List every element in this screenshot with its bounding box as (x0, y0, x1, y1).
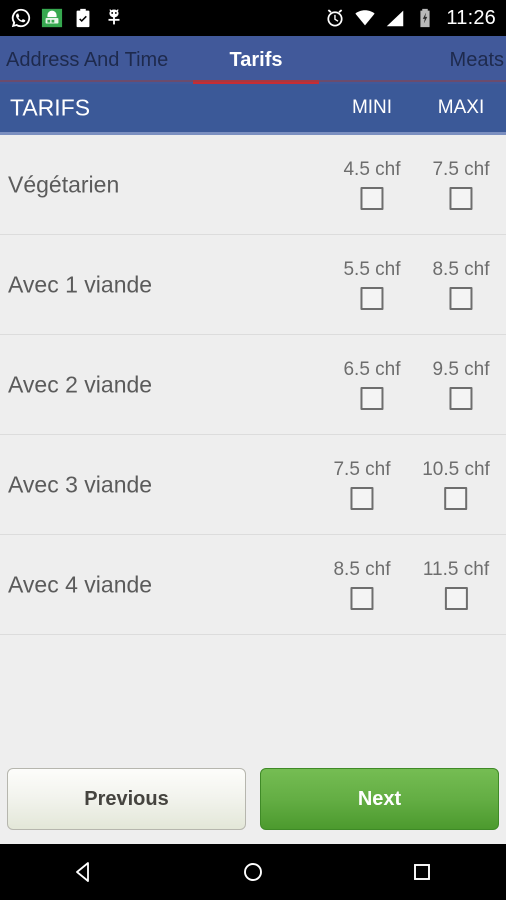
row-label: Avec 2 viande (8, 371, 153, 397)
price-mini: 4.5 chf (343, 159, 401, 180)
back-icon (76, 862, 90, 882)
tab-meats[interactable]: Meats (319, 36, 506, 84)
home-icon (244, 863, 262, 881)
column-header-mini: MINI (351, 97, 393, 118)
row-cell-mini: 5.5 chf (343, 235, 401, 334)
nav-back-button[interactable] (54, 844, 114, 900)
status-left-icons (10, 7, 125, 29)
clipboard-check-icon (76, 8, 90, 28)
wizard-button-bar: Previous Next (0, 756, 506, 844)
recents-icon (413, 864, 430, 880)
cell-signal-icon (387, 10, 404, 27)
whatsapp-icon (11, 8, 31, 28)
android-nav-bar (0, 844, 506, 900)
row-cell-mini: 6.5 chf (343, 335, 401, 434)
price-maxi: 11.5 chf (422, 559, 490, 580)
row-label: Végétarien (8, 171, 120, 197)
tarifs-list: Végétarien 4.5 chf 7.5 chf Avec 1 viande… (0, 135, 506, 635)
status-clock: 11:26 (446, 6, 496, 29)
checkbox-maxi[interactable] (449, 187, 473, 210)
next-button[interactable]: Next (260, 768, 499, 830)
price-mini: 7.5 chf (333, 459, 391, 480)
row-cell-mini: 7.5 chf (333, 435, 391, 534)
tab-bar: Address And Time Tarifs Meats (0, 36, 506, 84)
tab-bar-divider (0, 80, 506, 82)
price-mini: 5.5 chf (343, 259, 401, 280)
checkbox-maxi[interactable] (449, 387, 473, 410)
price-maxi: 7.5 chf (432, 159, 490, 180)
row-label: Avec 3 viande (8, 471, 153, 497)
previous-button-label: Previous (84, 787, 169, 810)
row-label: Avec 1 viande (8, 271, 153, 297)
price-mini: 6.5 chf (343, 359, 401, 380)
checkbox-mini[interactable] (350, 487, 374, 510)
section-title: TARIFS (10, 94, 91, 121)
alarm-icon (327, 9, 343, 27)
previous-button[interactable]: Previous (7, 768, 246, 830)
checkbox-mini[interactable] (360, 387, 384, 410)
table-row[interactable]: Avec 1 viande 5.5 chf 8.5 chf (0, 235, 506, 335)
checkbox-maxi[interactable] (444, 587, 468, 610)
nav-home-button[interactable] (223, 844, 283, 900)
row-cell-maxi: 9.5 chf (432, 335, 490, 434)
next-button-label: Next (357, 787, 402, 810)
row-cell-maxi: 8.5 chf (432, 235, 490, 334)
row-cell-maxi: 10.5 chf (422, 435, 490, 534)
green-app-icon (41, 8, 63, 28)
row-cell-maxi: 11.5 chf (423, 535, 489, 634)
battery-charging-icon (420, 8, 431, 28)
tab-label: Meats (449, 48, 504, 71)
price-maxi: 8.5 chf (432, 259, 490, 280)
wifi-icon (355, 10, 376, 26)
table-row[interactable]: Avec 2 viande 6.5 chf 9.5 chf (0, 335, 506, 435)
checkbox-maxi[interactable] (444, 487, 468, 510)
tab-tarifs[interactable]: Tarifs (193, 36, 319, 84)
bug-droid-icon (108, 9, 120, 25)
row-cell-mini: 8.5 chf (333, 535, 391, 634)
status-bar: 11:26 (0, 0, 506, 36)
row-cell-maxi: 7.5 chf (432, 135, 490, 234)
tab-label: Tarifs (229, 48, 283, 71)
app-screen: 11:26 Address And Time Tarifs Meats TARI… (0, 0, 506, 900)
table-row[interactable]: Avec 3 viande 7.5 chf 10.5 chf (0, 435, 506, 535)
row-cell-mini: 4.5 chf (343, 135, 401, 234)
price-maxi: 9.5 chf (432, 359, 490, 380)
price-mini: 8.5 chf (333, 559, 391, 580)
column-header-maxi: MAXI (437, 97, 485, 118)
checkbox-mini[interactable] (360, 187, 384, 210)
checkbox-mini[interactable] (350, 587, 374, 610)
section-header: TARIFS MINI MAXI (0, 84, 506, 132)
checkbox-mini[interactable] (360, 287, 384, 310)
price-maxi: 10.5 chf (422, 459, 490, 480)
status-right-icons: 11:26 (324, 7, 496, 30)
checkbox-maxi[interactable] (449, 287, 473, 310)
table-row[interactable]: Avec 4 viande 8.5 chf 11.5 chf (0, 535, 506, 635)
tab-label: Address And Time (6, 48, 169, 71)
nav-recents-button[interactable] (392, 844, 452, 900)
table-row[interactable]: Végétarien 4.5 chf 7.5 chf (0, 135, 506, 235)
tab-address-and-time[interactable]: Address And Time (0, 36, 193, 84)
row-label: Avec 4 viande (8, 571, 153, 597)
